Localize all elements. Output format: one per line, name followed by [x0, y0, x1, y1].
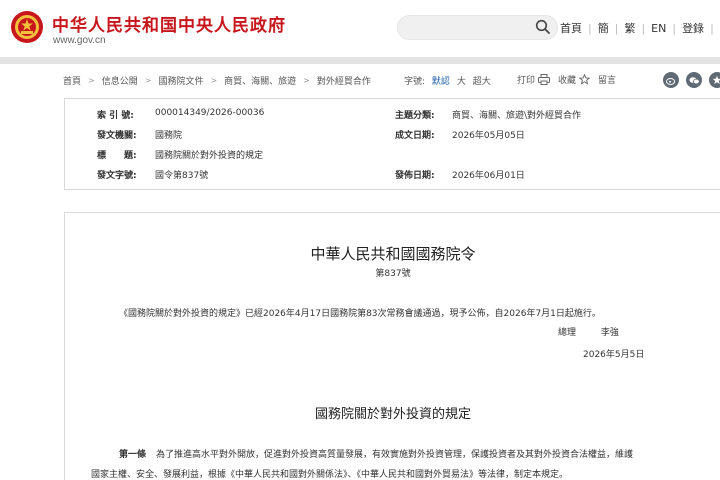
separator: |: [710, 21, 714, 35]
info-row: 標 題: 國務院關於對外投資的規定: [65, 148, 720, 168]
header-divider: [0, 57, 720, 64]
created-date-label: 成文日期:: [395, 131, 435, 141]
info-row: 發文機關: 國務院 成文日期: 2026年05月05日: [65, 128, 720, 148]
search-box: [397, 15, 558, 40]
printer-icon: [538, 74, 551, 85]
comment-button[interactable]: 留言: [598, 73, 616, 86]
info-row: 索 引 號: 000014349/2026-00036 主題分類: 商貿、海關、…: [65, 108, 720, 128]
separator: |: [641, 21, 646, 35]
star-icon: [579, 74, 591, 85]
doc-number-label: 發文字號:: [97, 171, 137, 181]
page-tools: 打印 收藏 留言: [517, 73, 624, 86]
link-traditional[interactable]: 繁: [624, 20, 635, 36]
breadcrumb-trade-customs-tourism[interactable]: 商貿、海關、旅遊: [224, 74, 296, 87]
font-size-label: 字號:: [404, 77, 426, 87]
document-info-table: 索 引 號: 000014349/2026-00036 主題分類: 商貿、海關、…: [64, 98, 720, 190]
doc-number-value: 國令第837號: [155, 171, 209, 181]
breadcrumb-info-public[interactable]: 信息公開: [102, 74, 138, 87]
decree-number: 第837號: [375, 269, 411, 279]
wechat-share-icon[interactable]: [686, 72, 702, 88]
regulation-title: 國務院關於對外投資的規定: [314, 407, 471, 422]
link-home[interactable]: 首頁: [560, 20, 582, 36]
font-size-xlarge[interactable]: 超大: [473, 77, 491, 87]
document-body: 中華人民共和國國務院令 第837號 《國務院關於對外投資的規定》已經2026年4…: [64, 212, 720, 480]
breadcrumb-arrow-icon: >: [303, 76, 310, 85]
print-button[interactable]: 打印: [517, 73, 551, 86]
article-number: 第一條: [119, 450, 147, 460]
index-label: 索 引 號:: [97, 111, 134, 121]
created-date-value: 2026年05月05日: [452, 131, 525, 141]
published-date-label: 發佈日期:: [395, 171, 435, 181]
info-row: 發文字號: 國令第837號 發佈日期: 2026年06月01日: [65, 168, 720, 188]
signer-role: 總理: [558, 328, 577, 338]
article-first-line: 第一條 為了推進高水平對外開放，促進對外投資高質量發展，有效實施對外投資管理，保護…: [119, 447, 633, 460]
decree-paragraph: 《國務院關於對外投資的規定》已經2026年4月17日國務院第83次常務會議通過，…: [119, 309, 601, 319]
breadcrumb: 首頁 > 信息公開 > 國務院文件 > 商貿、海關、旅遊 > 對外經貿合作: [63, 74, 371, 87]
site-title[interactable]: 中华人民共和国中央人民政府: [52, 11, 286, 36]
font-size-large[interactable]: 大: [457, 77, 466, 87]
signer-name: 李強: [600, 328, 619, 338]
separator: |: [672, 21, 677, 35]
weibo-share-icon[interactable]: [663, 72, 679, 88]
breadcrumb-arrow-icon: >: [88, 76, 95, 85]
breadcrumb-arrow-icon: >: [210, 76, 218, 85]
issuer-value: 國務院: [155, 131, 183, 141]
font-size-control: 字號: 默認 大 超大: [404, 74, 495, 87]
comment-label: 留言: [598, 76, 617, 86]
search-input[interactable]: [410, 19, 530, 37]
link-english[interactable]: EN: [651, 22, 666, 35]
font-size-default[interactable]: 默認: [432, 77, 450, 87]
favorite-button[interactable]: 收藏: [558, 73, 591, 86]
published-date-value: 2026年06月01日: [452, 171, 525, 181]
separator: |: [614, 21, 619, 35]
article-text-line1: 為了推進高水平對外開放，促進對外投資高質量發展，有效實施對外投資管理，保護投資者…: [156, 450, 634, 460]
separator: |: [588, 21, 592, 35]
decree-signature: 總理 李強: [558, 325, 619, 338]
breadcrumb-home[interactable]: 首頁: [63, 74, 81, 87]
issuer-label: 發文機關:: [97, 131, 137, 141]
breadcrumb-state-council-docs[interactable]: 國務院文件: [158, 74, 203, 87]
search-icon[interactable]: [535, 19, 551, 35]
share-icons: [663, 72, 720, 88]
qzone-share-icon[interactable]: [709, 72, 720, 88]
topic-value: 商貿、海關、旅遊\對外經貿合作: [452, 111, 582, 121]
national-emblem-logo[interactable]: [10, 10, 44, 44]
site-header: 中华人民共和国中央人民政府 www.gov.cn 首頁 | 簡 | 繁 | EN…: [0, 0, 720, 57]
site-url: www.gov.cn: [53, 35, 106, 46]
top-links: 首頁 | 簡 | 繁 | EN | 登錄 | 郵: [560, 20, 720, 36]
topic-label: 主題分類:: [395, 111, 435, 121]
print-label: 打印: [517, 76, 536, 86]
link-login[interactable]: 登錄: [682, 20, 704, 36]
title-value: 國務院關於對外投資的規定: [155, 151, 264, 161]
breadcrumb-arrow-icon: >: [144, 76, 152, 85]
favorite-label: 收藏: [558, 76, 577, 86]
title-label: 標 題:: [97, 151, 137, 161]
article-text-line2: 國家主權、安全、發展利益，根據《中華人民共和國對外關係法》、《中華人民共和國對外…: [91, 470, 569, 480]
decree-heading: 中華人民共和國國務院令: [310, 245, 476, 263]
link-simplified[interactable]: 簡: [598, 20, 609, 36]
index-value: 000014349/2026-00036: [155, 108, 265, 118]
breadcrumb-foreign-trade[interactable]: 對外經貿合作: [317, 74, 371, 87]
decree-date: 2026年5月5日: [583, 350, 645, 360]
